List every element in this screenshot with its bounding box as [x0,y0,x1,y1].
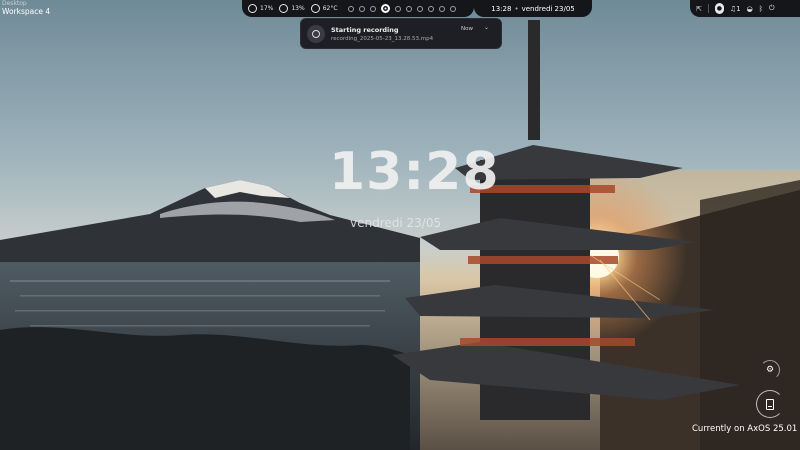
tray-divider [707,4,709,13]
screen-record-icon [307,25,325,43]
os-version-label: Currently on AxOS 25.01 [692,424,798,434]
workspace-dot[interactable] [405,5,412,12]
topbar-time: 13:28 [491,4,512,13]
temperature-ring-icon [310,4,320,13]
document-icon [766,398,774,410]
memory-value: 13% [291,5,305,12]
workspace-dot[interactable] [449,5,456,12]
cpu-usage[interactable]: 17% [248,4,273,13]
notification-title: Starting recording [331,26,399,34]
workspace-dot[interactable] [438,5,445,12]
workspace-dot[interactable] [358,5,365,12]
workspace-dot-active[interactable] [380,4,390,13]
wifi-icon[interactable]: ◒ [747,5,753,13]
workspace-dot[interactable] [416,5,423,12]
desktop-clock-date: vendredi 23/05 [350,216,442,230]
settings-button[interactable]: ⚙ [760,360,780,380]
desktop-clock-time: 13:28 [329,142,500,202]
memory-usage[interactable]: 13% [279,4,305,13]
workspace-dot[interactable] [427,5,434,12]
topbar-separator: • [514,4,519,13]
gear-icon: ⚙ [765,365,775,375]
documents-button[interactable] [756,390,784,418]
workspace-dot[interactable] [394,5,401,12]
chevron-down-icon[interactable]: ⌄ [484,24,489,31]
power-icon[interactable]: ⏻ [769,4,775,13]
topbar-clock[interactable]: 13:28 • vendredi 23/05 [474,0,592,17]
system-tray: ⇱ ● ♫ 1 ◒ ᛒ ⏻ [690,0,800,17]
workspace-name: Workspace 4 [2,7,51,16]
workspace-switcher [347,4,456,13]
notification-bell-icon[interactable]: ♫ 1 [730,5,741,13]
bluetooth-icon[interactable]: ᛒ [759,5,763,13]
notification-time: Now [461,26,473,32]
workspace-dot[interactable] [369,5,376,12]
system-stats-bar: 17% 13% 62°C [242,0,474,17]
temperature-value: 62°C [322,5,338,12]
workspace-dot[interactable] [347,5,354,12]
cpu-value: 17% [260,5,274,12]
notification-count: 1 [736,4,741,13]
notification-body: recording_2025-05-23_13.28.53.mp4 [331,36,434,42]
workspace-indicator: Desktop Workspace 4 [2,1,50,16]
temperature[interactable]: 62°C [310,4,338,13]
memory-ring-icon [279,4,289,13]
microphone-icon[interactable]: ● [714,3,724,14]
top-bar: Desktop Workspace 4 17% 13% 62°C 13:28 •… [0,0,800,17]
cpu-ring-icon [248,4,257,13]
notification-popup[interactable]: Starting recording recording_2025-05-23_… [300,18,502,49]
network-icon[interactable]: ⇱ [696,5,702,13]
topbar-date: vendredi 23/05 [521,4,575,13]
